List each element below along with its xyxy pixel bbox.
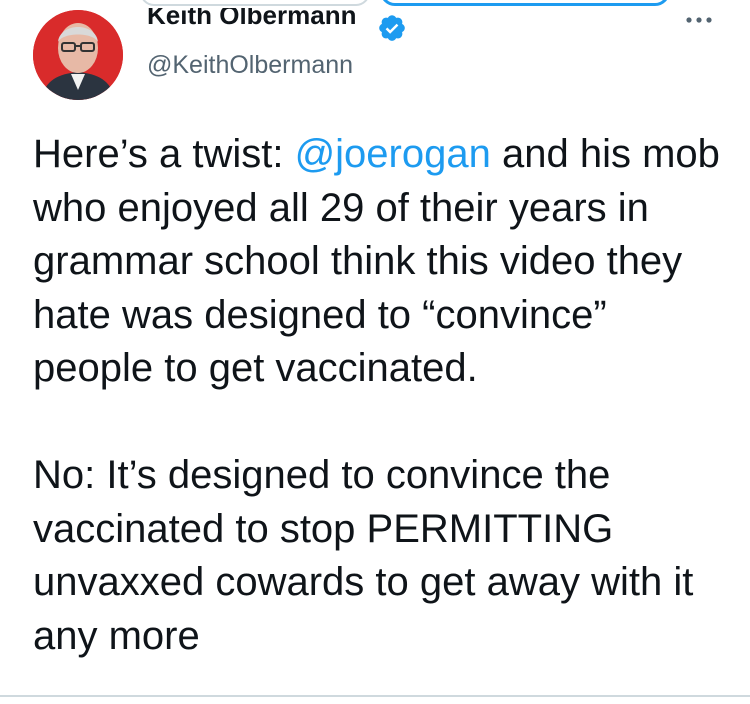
- avatar[interactable]: [33, 10, 123, 100]
- more-options-icon[interactable]: [683, 8, 715, 28]
- mention-link[interactable]: @joerogan: [295, 132, 491, 176]
- author-handle[interactable]: @KeithOlbermann: [147, 50, 353, 80]
- tweet-paragraph-1: Here’s a twist: @joerogan and his mob wh…: [33, 128, 733, 396]
- follow-button[interactable]: [380, 0, 670, 6]
- tweet-paragraph-2: No: It’s designed to convince the vaccin…: [33, 453, 694, 658]
- top-left-button[interactable]: [140, 0, 370, 6]
- divider: [0, 695, 750, 697]
- tweet-text: Here’s a twist: @joerogan and his mob wh…: [33, 128, 733, 663]
- author-name[interactable]: Keith Olbermann: [147, 8, 356, 42]
- avatar-photo: [33, 10, 123, 100]
- verified-badge-icon: [379, 15, 405, 41]
- tweet-text-segment: Here’s a twist:: [33, 132, 295, 176]
